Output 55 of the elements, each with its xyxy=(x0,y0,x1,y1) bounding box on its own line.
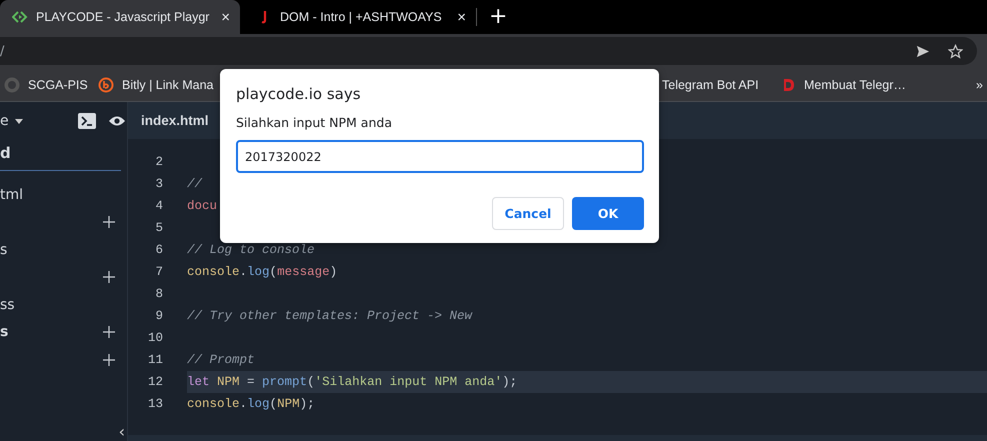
code-line: // Prompt xyxy=(187,353,255,367)
more-bookmarks-button[interactable]: » xyxy=(976,78,983,92)
star-icon[interactable] xyxy=(948,44,963,58)
line-number: 4 xyxy=(154,199,164,213)
b-circle-icon xyxy=(98,76,114,92)
bookmark[interactable]: Telegram Bot API xyxy=(662,78,780,92)
file-item[interactable]: s xyxy=(0,242,8,258)
code-line: // Try other templates: Project -> New xyxy=(187,309,472,323)
browser-tab[interactable]: DOM - Intro | +ASHTWOAYS × xyxy=(240,0,476,34)
line-number: 10 xyxy=(146,331,164,345)
chevrons-icon xyxy=(12,9,28,25)
line-number: 5 xyxy=(154,221,164,235)
line-number: 2 xyxy=(154,155,164,169)
bookmark[interactable]: Membuat Telegr… xyxy=(780,76,906,92)
dialog-title: playcode.io says xyxy=(236,85,362,103)
line-number: 8 xyxy=(154,287,164,301)
add-icon[interactable] xyxy=(103,216,115,228)
bookmark[interactable]: SCGA-PIS xyxy=(4,76,98,92)
new-tab-button[interactable]: + xyxy=(483,0,514,34)
section-tab[interactable]: d xyxy=(0,140,121,171)
bookmark[interactable]: Bitly | Link Mana xyxy=(98,76,218,92)
add-icon[interactable] xyxy=(103,271,115,284)
code-line: // Log to console xyxy=(187,243,315,257)
dialog-message: Silahkan input NPM anda xyxy=(236,115,393,130)
address-field[interactable]: / xyxy=(0,37,977,65)
line-number: 6 xyxy=(154,243,164,257)
file-item[interactable]: tml xyxy=(0,186,24,203)
code-line: console.log(NPM); xyxy=(187,397,315,411)
code-line: console.log(message) xyxy=(187,265,338,279)
code-line: let NPM = prompt('Silahkan input NPM anda'); xyxy=(187,375,518,389)
code-line: // xyxy=(187,177,204,191)
close-icon[interactable]: × xyxy=(457,8,466,26)
file-item[interactable]: ss xyxy=(0,296,15,313)
line-number: 13 xyxy=(146,397,164,411)
line-number: 9 xyxy=(154,309,164,323)
ok-button[interactable]: OK xyxy=(572,197,644,230)
project-menu[interactable]: e xyxy=(0,113,60,129)
input-field[interactable]: 2017320022 xyxy=(236,140,644,173)
close-icon[interactable]: × xyxy=(221,8,230,26)
line-number: 3 xyxy=(154,177,164,191)
eye-icon[interactable] xyxy=(108,115,126,127)
cancel-button[interactable]: Cancel xyxy=(492,197,564,230)
terminal-icon[interactable] xyxy=(78,113,96,129)
code-line: docu xyxy=(187,199,218,213)
line-number: 7 xyxy=(154,265,164,279)
file-tab[interactable]: index.html xyxy=(128,113,209,128)
line-number: 11 xyxy=(146,353,164,367)
add-icon[interactable] xyxy=(103,326,115,338)
add-icon[interactable] xyxy=(103,354,115,366)
caret-icon[interactable] xyxy=(14,118,23,124)
collapse-button[interactable]: ‹ xyxy=(118,422,125,441)
send-icon[interactable] xyxy=(915,44,930,58)
line-number: 12 xyxy=(146,375,164,389)
section-label: s xyxy=(0,324,8,340)
browser-tab[interactable]: PLAYCODE - Javascript Playgr × xyxy=(0,0,240,34)
